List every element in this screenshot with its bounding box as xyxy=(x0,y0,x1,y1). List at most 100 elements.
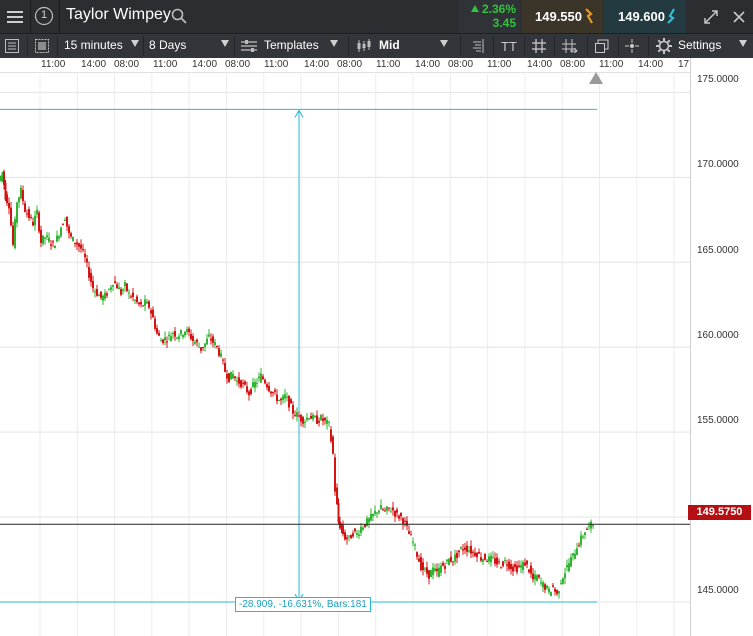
candle-down xyxy=(290,399,292,404)
candle-down xyxy=(422,562,424,571)
candle-up xyxy=(308,418,310,420)
candle-down xyxy=(496,557,498,565)
candle-down xyxy=(480,557,482,561)
gear-icon[interactable] xyxy=(655,38,673,54)
search-icon[interactable] xyxy=(170,7,188,25)
candle-up xyxy=(432,567,434,576)
expand-icon[interactable] xyxy=(700,7,722,27)
divider xyxy=(524,36,525,56)
candle-up xyxy=(278,400,280,402)
x-tick-label: 08:00 xyxy=(114,59,140,70)
candle-down xyxy=(502,561,504,567)
divider xyxy=(348,36,349,56)
chevron-down-icon[interactable] xyxy=(440,40,448,47)
scroll-handle-icon[interactable] xyxy=(589,72,603,84)
info-icon[interactable]: 1 xyxy=(33,5,55,27)
price-axis[interactable]: 175.0000 170.0000 165.0000 160.0000 155.… xyxy=(690,58,753,636)
crosshair-icon[interactable] xyxy=(624,38,640,54)
crosshair-grid-icon[interactable] xyxy=(561,38,579,54)
price-type-select[interactable]: Mid xyxy=(379,38,400,52)
candle-down xyxy=(538,574,540,578)
candle-down xyxy=(188,328,190,333)
candle-up xyxy=(172,333,174,335)
grid-icon[interactable] xyxy=(531,38,547,54)
candle-down xyxy=(84,253,86,258)
candle-down xyxy=(350,535,352,539)
candle-down xyxy=(76,242,78,245)
candle-down xyxy=(154,318,156,329)
candle-down xyxy=(288,395,290,408)
candle-down xyxy=(532,573,534,580)
candle-down xyxy=(12,225,14,245)
templates-icon[interactable] xyxy=(240,38,258,54)
candle-down xyxy=(22,190,24,202)
indicator-icon[interactable] xyxy=(470,38,486,54)
interval-select[interactable]: 15 minutes xyxy=(64,38,123,52)
candle-down xyxy=(396,509,398,513)
instrument-title[interactable]: Taylor Wimpey xyxy=(66,6,171,24)
candle-up xyxy=(236,380,238,382)
candle-down xyxy=(508,561,510,569)
text-tool-icon[interactable]: TT xyxy=(501,39,517,54)
windows-icon[interactable] xyxy=(594,38,610,54)
divider xyxy=(587,36,588,56)
candle-up xyxy=(326,419,328,424)
candle-up xyxy=(320,414,322,421)
price-chart[interactable] xyxy=(0,72,690,636)
range-select[interactable]: 8 Days xyxy=(149,38,186,52)
measure-readout: -28.909, -16.631%, Bars:181 xyxy=(235,597,371,612)
candle-up xyxy=(258,376,260,379)
candle-down xyxy=(280,398,282,401)
list-icon[interactable] xyxy=(4,37,20,54)
y-tick-label: 155.0000 xyxy=(697,415,739,426)
divider xyxy=(30,0,31,33)
candle-down xyxy=(452,561,454,563)
chevron-down-icon[interactable] xyxy=(221,40,229,47)
price-change: 2.36% 3.45 xyxy=(458,0,520,33)
candle-up xyxy=(492,556,494,558)
candle-down xyxy=(190,333,192,340)
candle-down xyxy=(174,331,176,337)
candle-down xyxy=(494,558,496,564)
menu-icon[interactable] xyxy=(0,0,30,33)
candle-down xyxy=(420,557,422,571)
candle-down xyxy=(352,533,354,537)
candle-up xyxy=(584,532,586,536)
candle-up xyxy=(110,287,112,290)
candle-up xyxy=(438,567,440,577)
candle-up xyxy=(540,582,542,584)
candle-up xyxy=(94,291,96,293)
candle-up xyxy=(566,565,568,568)
candle-down xyxy=(262,376,264,380)
chevron-down-icon[interactable] xyxy=(739,40,747,47)
x-tick-label: 14:00 xyxy=(81,59,107,70)
x-tick-label: 08:00 xyxy=(337,59,363,70)
buy-button[interactable]: 149.600 xyxy=(604,0,686,33)
candle-up xyxy=(460,547,462,549)
y-tick-label: 175.0000 xyxy=(697,74,739,85)
candlestick-icon[interactable] xyxy=(355,38,373,54)
x-tick-label: 11:00 xyxy=(153,59,178,70)
sell-button[interactable]: 149.550 xyxy=(521,0,603,33)
templates-button[interactable]: Templates xyxy=(264,38,319,52)
candle-up xyxy=(560,582,562,584)
candle-down xyxy=(476,552,478,557)
x-tick-label: 11:00 xyxy=(264,59,289,70)
candle-down xyxy=(68,226,70,234)
candle-up xyxy=(446,559,448,562)
settings-button[interactable]: Settings xyxy=(678,38,721,52)
candle-up xyxy=(520,565,522,568)
up-arrow-icon xyxy=(471,5,479,12)
candle-down xyxy=(324,417,326,421)
chevron-down-icon[interactable] xyxy=(330,40,338,47)
candle-down xyxy=(140,301,142,305)
candle-up xyxy=(170,336,172,342)
top-bar: 1 Taylor Wimpey 2.36% 3.45 149.550 149.6… xyxy=(0,0,753,33)
chevron-down-icon[interactable] xyxy=(131,40,139,47)
candle-down xyxy=(334,457,336,492)
layout-icon[interactable] xyxy=(34,37,50,54)
candle-up xyxy=(46,235,48,238)
candle-up xyxy=(424,568,426,570)
candle-down xyxy=(342,525,344,535)
close-icon[interactable] xyxy=(728,7,750,27)
